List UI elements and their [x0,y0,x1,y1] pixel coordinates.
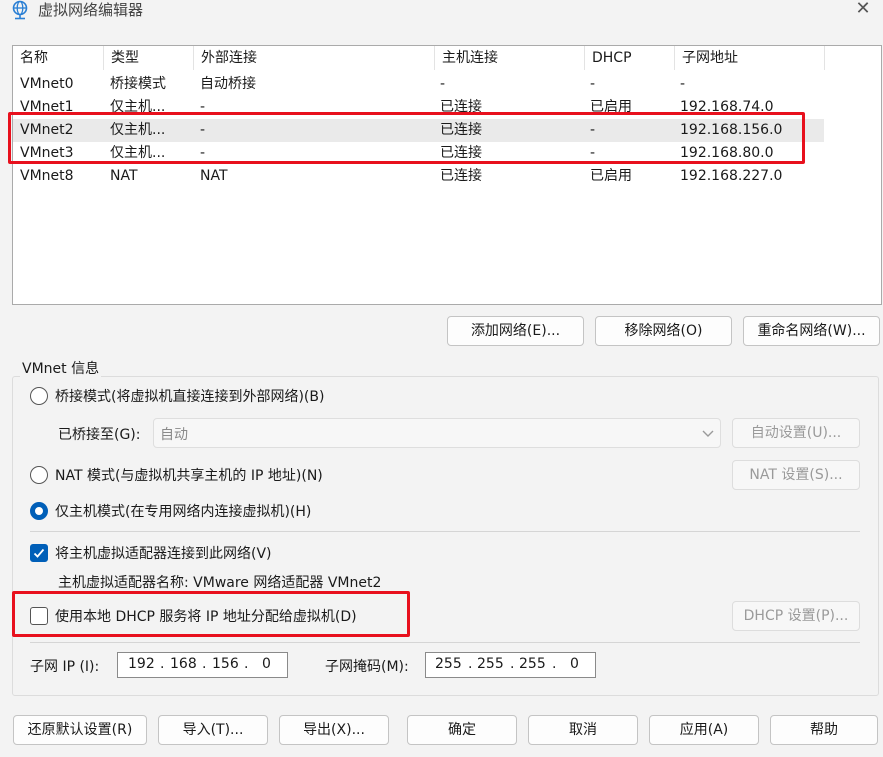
add-network-button[interactable]: 添加网络(E)... [447,316,584,346]
cell-type: 桥接模式 [110,76,166,92]
cell-type: NAT [110,168,138,184]
cell-name: VMnet0 [20,76,74,92]
subnet-ip-octet-3: 156 [212,656,239,672]
window-title: 虚拟网络编辑器 [38,1,144,19]
annotation-highlight-rows [8,112,805,164]
bridged-to-value: 自动 [160,427,188,443]
ip-dot: . [510,656,515,672]
cell-subnet: - [680,76,686,92]
chevron-down-icon [700,425,716,441]
cell-subnet: 192.168.227.0 [680,168,783,184]
checkmark-icon [33,548,45,558]
bridged-mode-label[interactable]: 桥接模式(将虚拟机直接连接到外部网络)(B) [55,386,324,406]
auto-settings-button[interactable]: 自动设置(U)... [732,418,860,448]
ip-dot: . [160,656,165,672]
ip-dot: . [244,656,249,672]
bridged-mode-radio[interactable] [30,387,48,405]
column-header-type[interactable]: 类型 [104,46,194,70]
divider [30,531,860,532]
network-globe-icon [10,0,30,20]
vmnet-info-title: VMnet 信息 [20,358,102,378]
divider [30,642,860,643]
connect-adapter-label[interactable]: 将主机虚拟适配器连接到此网络(V) [55,543,272,563]
nat-mode-radio[interactable] [30,466,48,484]
subnet-mask-label: 子网掩码(M): [325,659,409,675]
column-header-external[interactable]: 外部连接 [194,46,435,70]
network-list[interactable]: 名称 类型 外部连接 主机连接 DHCP 子网地址 VMnet0 桥接模式 自动… [12,45,882,305]
subnet-mask-octet-4: 0 [570,656,579,672]
rename-network-button[interactable]: 重命名网络(W)... [743,316,880,346]
cell-name: VMnet8 [20,168,74,184]
column-header-subnet[interactable]: 子网地址 [675,46,825,70]
bridged-to-label: 已桥接至(G): [58,427,141,443]
ip-dot: . [552,656,557,672]
annotation-highlight-dhcp [12,591,410,637]
dhcp-settings-button[interactable]: DHCP 设置(P)... [732,601,860,631]
cell-dhcp: - [590,76,596,92]
subnet-mask-octet-3: 255 [519,656,546,672]
subnet-mask-octet-1: 255 [435,656,462,672]
remove-network-button[interactable]: 移除网络(O) [595,316,732,346]
subnet-ip-octet-1: 192 [128,656,155,672]
close-icon[interactable]: ✕ [851,0,875,20]
restore-defaults-button[interactable]: 还原默认设置(R) [13,715,147,745]
cancel-button[interactable]: 取消 [528,715,638,745]
nat-settings-button[interactable]: NAT 设置(S)... [732,460,860,490]
column-header-dhcp[interactable]: DHCP [585,46,675,70]
apply-button[interactable]: 应用(A) [649,715,759,745]
cell-dhcp: 已启用 [590,168,632,184]
nat-mode-label[interactable]: NAT 模式(与虚拟机共享主机的 IP 地址)(N) [55,465,323,485]
connect-adapter-checkbox[interactable] [30,544,48,562]
ip-dot: . [202,656,207,672]
adapter-name-text: 主机虚拟适配器名称: VMware 网络适配器 VMnet2 [58,575,382,591]
cell-host: 已连接 [440,168,482,184]
cell-external: NAT [200,168,228,184]
ip-dot: . [468,656,473,672]
column-header-name[interactable]: 名称 [13,46,104,70]
cell-host: - [440,76,446,92]
export-button[interactable]: 导出(X)... [279,715,389,745]
cell-external: 自动桥接 [200,76,256,92]
title-bar: 虚拟网络编辑器 ✕ [0,0,883,24]
table-row[interactable]: VMnet0 桥接模式 自动桥接 - - - [13,73,824,96]
subnet-ip-octet-4: 0 [262,656,271,672]
column-header-host[interactable]: 主机连接 [435,46,585,70]
hostonly-mode-label[interactable]: 仅主机模式(在专用网络内连接虚拟机)(H) [55,501,311,521]
table-row[interactable]: VMnet8 NAT NAT 已连接 已启用 192.168.227.0 [13,165,824,188]
subnet-ip-label: 子网 IP (I): [30,659,100,675]
subnet-ip-octet-2: 168 [170,656,197,672]
help-button[interactable]: 帮助 [770,715,878,745]
bridged-to-select[interactable] [153,418,721,448]
hostonly-mode-radio[interactable] [30,502,48,520]
import-button[interactable]: 导入(T)... [158,715,268,745]
ok-button[interactable]: 确定 [407,715,517,745]
subnet-mask-octet-2: 255 [477,656,504,672]
